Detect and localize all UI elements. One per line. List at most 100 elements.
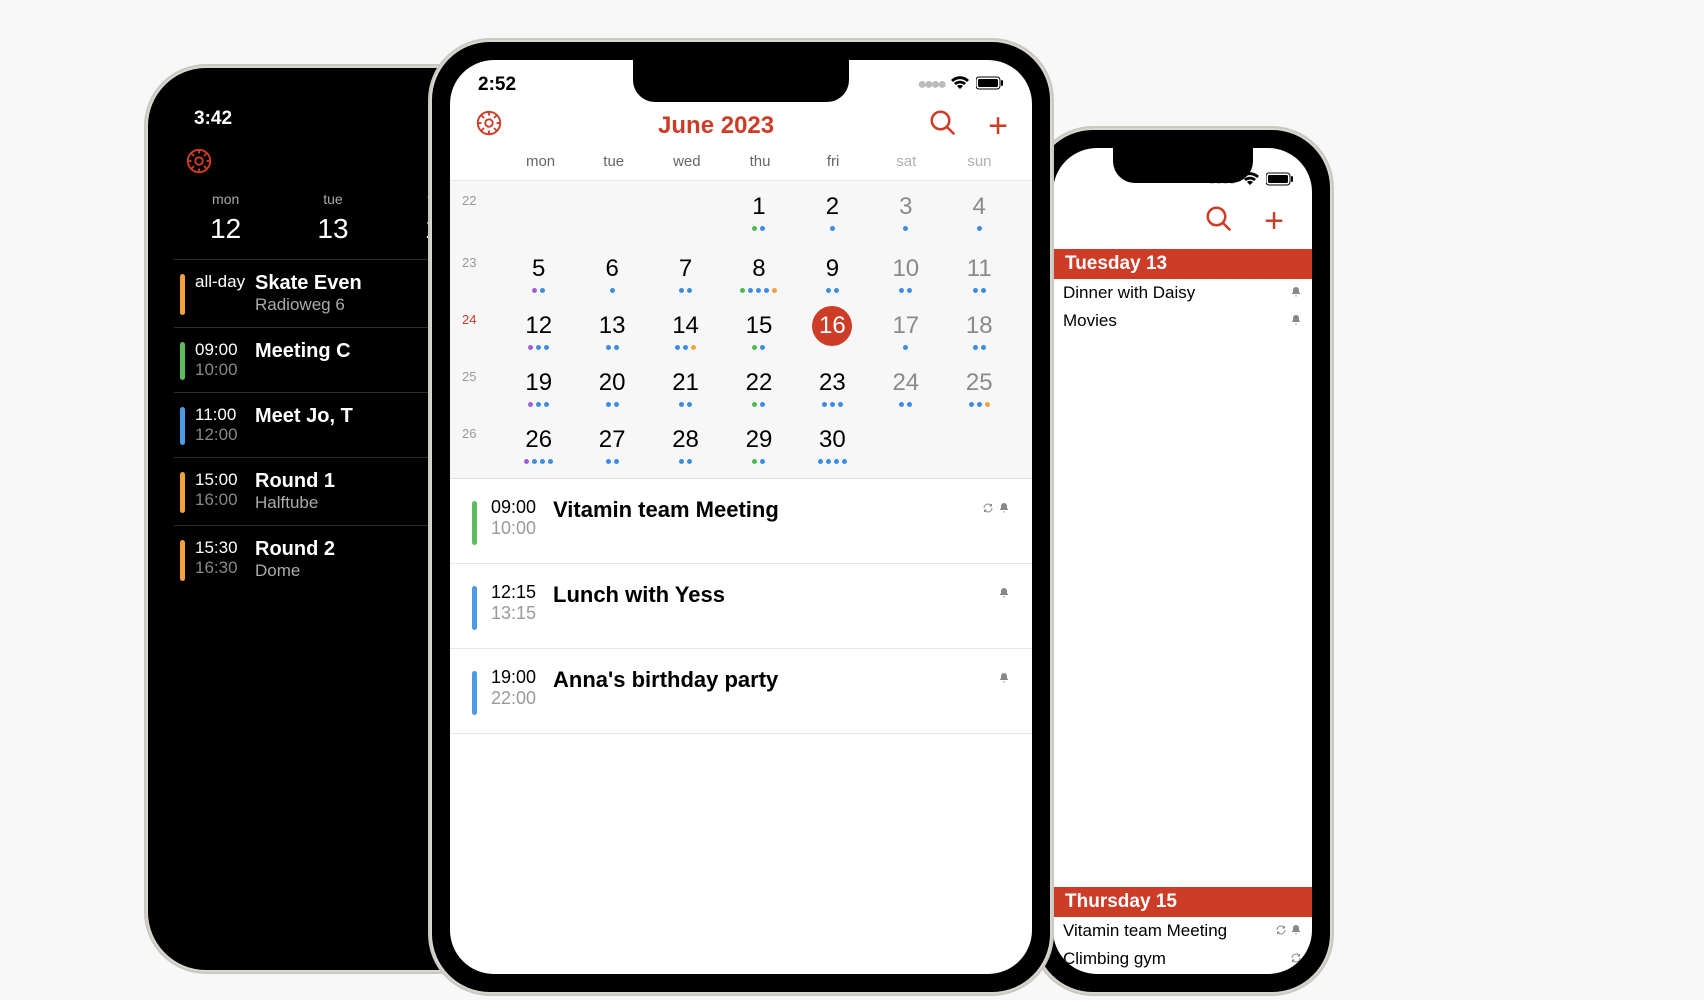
calendar-day[interactable]: 11 (943, 249, 1016, 296)
calendar-day[interactable]: 28 (649, 420, 722, 472)
event-dots (722, 402, 795, 410)
calendar-day[interactable]: 13 (575, 306, 648, 353)
date-cell[interactable]: 13 (279, 213, 386, 245)
calendar-day[interactable]: 2 (796, 187, 869, 239)
calendar-day[interactable]: 24 (869, 363, 942, 410)
calendar-day[interactable] (575, 187, 648, 239)
calendar-day[interactable]: 23 (796, 363, 869, 410)
agenda-row[interactable]: 19:00 22:00 Anna's birthday party (450, 649, 1032, 734)
event-times: all-day (195, 272, 255, 315)
event-dot (752, 226, 757, 231)
day-number: 13 (592, 306, 632, 346)
calendar-day[interactable]: 8 (722, 249, 795, 296)
event-dots (869, 402, 942, 410)
calendar-day[interactable]: 3 (869, 187, 942, 239)
day-number (959, 420, 999, 460)
event-icons (1290, 286, 1302, 301)
battery-icon (1266, 170, 1294, 192)
date-cell[interactable]: 12 (172, 213, 279, 245)
event-dot (524, 459, 529, 464)
event-dot (834, 459, 839, 464)
week-list: Tuesday 13Dinner with Daisy Movies Thurs… (1053, 249, 1312, 973)
event-dot (748, 288, 753, 293)
calendar-day[interactable]: 7 (649, 249, 722, 296)
event-dots (943, 288, 1016, 296)
gear-icon[interactable] (474, 108, 504, 143)
calendar-day[interactable]: 16 (796, 306, 869, 353)
add-icon[interactable]: + (988, 109, 1008, 143)
event-dots (869, 345, 942, 353)
calendar-day[interactable]: 20 (575, 363, 648, 410)
calendar-day[interactable]: 17 (869, 306, 942, 353)
event-times: 11:00 12:00 (195, 405, 255, 445)
event-times: 15:00 16:00 (195, 470, 255, 513)
event-title: Anna's birthday party (553, 667, 998, 693)
day-number: 24 (886, 363, 926, 403)
calendar-day[interactable]: 12 (502, 306, 575, 353)
calendar-day[interactable] (869, 420, 942, 472)
start-time: 19:00 (491, 667, 553, 688)
calendar-day[interactable]: 15 (722, 306, 795, 353)
event-color-bar (180, 407, 185, 445)
calendar-day[interactable]: 14 (649, 306, 722, 353)
calendar-day[interactable]: 10 (869, 249, 942, 296)
weekday: wed (650, 153, 723, 170)
event-dot (679, 459, 684, 464)
weekday: mon (172, 191, 279, 207)
month-title[interactable]: June 2023 (504, 112, 928, 140)
event-dots (943, 464, 1016, 472)
event-dot (830, 226, 835, 231)
add-icon[interactable]: + (1264, 204, 1284, 239)
start-time: 09:00 (491, 497, 553, 518)
status-right: ●●●● (917, 74, 1004, 96)
agenda-row[interactable]: 09:00 10:00 Vitamin team Meeting (450, 479, 1032, 564)
event-dot (760, 402, 765, 407)
search-icon[interactable] (928, 108, 958, 143)
list-item[interactable]: Vitamin team Meeting (1053, 917, 1312, 945)
bell-icon (1290, 287, 1302, 301)
event-dot (528, 402, 533, 407)
event-dot (544, 402, 549, 407)
event-dots (796, 459, 869, 467)
calendar-day[interactable]: 19 (502, 363, 575, 410)
calendar-day[interactable]: 25 (943, 363, 1016, 410)
weekday: fri (797, 153, 870, 170)
recurring-icon (982, 501, 994, 517)
calendar-day[interactable]: 18 (943, 306, 1016, 353)
list-item[interactable]: Climbing gym (1053, 945, 1312, 973)
event-dot (752, 345, 757, 350)
event-title: Dinner with Daisy (1063, 283, 1290, 303)
event-dot (544, 345, 549, 350)
day-number: 30 (812, 420, 852, 460)
event-dots (796, 226, 869, 234)
calendar-day[interactable]: 27 (575, 420, 648, 472)
list-item[interactable]: Movies (1053, 307, 1312, 335)
event-dots (869, 464, 942, 472)
day-number: 27 (592, 420, 632, 460)
search-icon[interactable] (1204, 204, 1234, 239)
calendar-day[interactable]: 4 (943, 187, 1016, 239)
event-dots (869, 288, 942, 296)
calendar-day[interactable]: 9 (796, 249, 869, 296)
calendar-day[interactable] (502, 187, 575, 239)
event-color-bar (180, 472, 185, 513)
event-title: Vitamin team Meeting (553, 497, 982, 523)
event-dots (575, 345, 648, 353)
gear-icon[interactable] (184, 146, 214, 181)
calendar-day[interactable] (943, 420, 1016, 472)
calendar-day[interactable]: 30 (796, 420, 869, 472)
nav: June 2023 + (450, 100, 1032, 145)
calendar-day[interactable]: 5 (502, 249, 575, 296)
agenda-row[interactable]: 12:15 13:15 Lunch with Yess (450, 564, 1032, 649)
day-number: 6 (592, 249, 632, 289)
calendar-day[interactable]: 26 (502, 420, 575, 472)
list-item[interactable]: Dinner with Daisy (1053, 279, 1312, 307)
calendar-day[interactable]: 6 (575, 249, 648, 296)
calendar-day[interactable]: 1 (722, 187, 795, 239)
event-dots (649, 288, 722, 296)
calendar-day[interactable]: 22 (722, 363, 795, 410)
calendar-day[interactable] (649, 187, 722, 239)
calendar-day[interactable]: 29 (722, 420, 795, 472)
nav: + (1053, 196, 1312, 249)
calendar-day[interactable]: 21 (649, 363, 722, 410)
